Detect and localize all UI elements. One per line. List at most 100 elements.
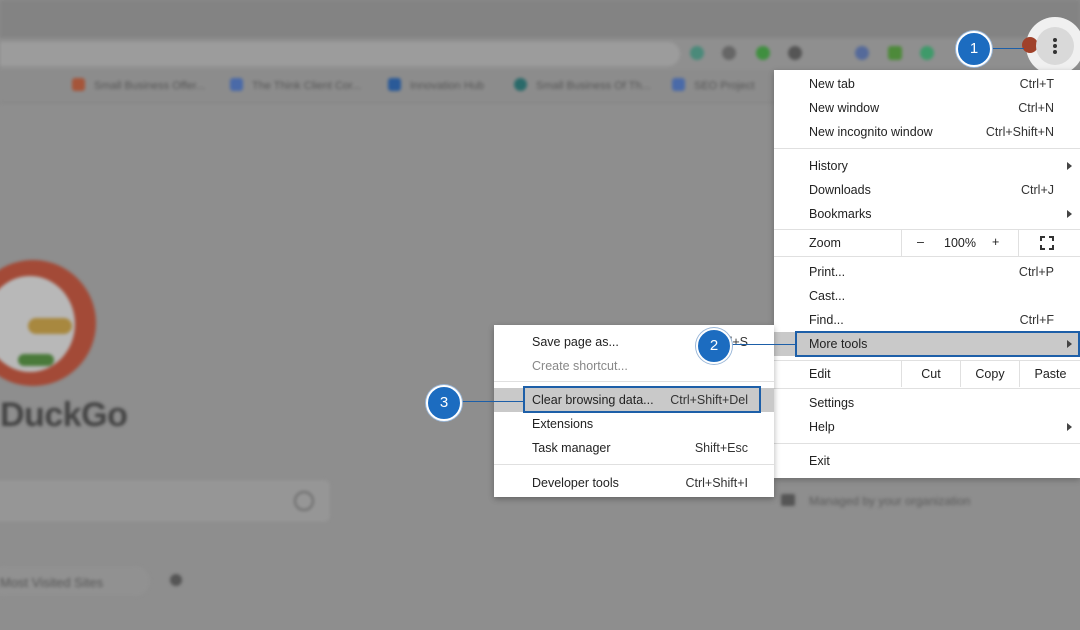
copy-button[interactable]: Copy (960, 361, 1019, 387)
extension-icon[interactable] (855, 46, 869, 60)
more-tools-highlight (795, 331, 1080, 357)
menu-item-exit[interactable]: Exit (774, 449, 1080, 473)
menu-item-label: Cast... (809, 289, 846, 303)
menu-item-shortcut: Shift+Esc (694, 441, 748, 455)
paste-button[interactable]: Paste (1019, 361, 1080, 387)
submenu-item-save-page[interactable]: Save page as... Ctrl+S (494, 330, 774, 354)
bookmark-favicon (72, 78, 85, 91)
menu-item-bookmarks[interactable]: Bookmarks (774, 202, 1080, 226)
favorites-label: Most Visited Sites (0, 575, 104, 590)
extension-icon[interactable] (722, 46, 736, 60)
menu-item-downloads[interactable]: Downloads Ctrl+J (774, 178, 1080, 202)
menu-item-shortcut: Ctrl+P (1018, 265, 1054, 279)
search-icon[interactable] (294, 491, 314, 511)
brand-text: DuckGo (0, 396, 128, 434)
menu-item-settings[interactable]: Settings (774, 391, 1080, 415)
customize-menu-button[interactable] (1036, 27, 1074, 65)
duck-beak-icon (28, 318, 72, 334)
chevron-right-icon (1067, 210, 1072, 218)
bookmark-item[interactable]: Small Business Offer... (94, 80, 205, 92)
menu-item-history[interactable]: History (774, 154, 1080, 178)
bookmark-favicon (388, 78, 401, 91)
menu-item-label: New tab (809, 77, 855, 91)
step-1-badge: 1 (956, 31, 992, 67)
menu-item-shortcut: Ctrl+T (1019, 77, 1054, 91)
menu-item-label: Downloads (809, 183, 871, 197)
menu-item-label: Create shortcut... (532, 359, 628, 373)
menu-item-shortcut: Ctrl+Shift+I (685, 476, 748, 490)
submenu-item-create-shortcut[interactable]: Create shortcut... (494, 354, 774, 378)
building-icon (781, 494, 795, 506)
menu-item-label: Exit (809, 454, 830, 468)
menu-item-label: Print... (809, 265, 846, 279)
menu-item-label: Extensions (532, 417, 594, 431)
menu-item-label: Task manager (532, 441, 611, 455)
zoom-out-button[interactable]: – (917, 235, 924, 249)
step-3-badge: 3 (426, 385, 462, 421)
menu-item-label: Save page as... (532, 335, 619, 349)
zoom-row: Zoom – 100% + (774, 230, 1080, 256)
extension-icon[interactable] (788, 46, 802, 60)
extension-icon[interactable] (888, 46, 902, 60)
menu-item-label: Find... (809, 313, 844, 327)
bookmark-item[interactable]: Small Business Of Th... (536, 80, 651, 92)
search-input[interactable] (0, 480, 330, 522)
menu-divider (774, 388, 1080, 389)
clear-data-highlight (523, 386, 761, 413)
zoom-in-button[interactable]: + (992, 235, 999, 249)
kebab-dot-icon (1053, 44, 1057, 48)
gear-icon[interactable] (170, 574, 182, 586)
menu-item-label: Settings (809, 396, 855, 410)
extension-icon[interactable] (920, 46, 934, 60)
edit-row: Edit Cut Copy Paste (774, 361, 1080, 387)
duck-tie-icon (18, 354, 54, 366)
submenu-item-developer-tools[interactable]: Developer tools Ctrl+Shift+I (494, 471, 774, 495)
menu-item-label: New window (809, 101, 880, 115)
zoom-level: 100% (944, 236, 976, 250)
address-bar[interactable] (0, 42, 680, 66)
submenu-item-task-manager[interactable]: Task manager Shift+Esc (494, 436, 774, 460)
zoom-label: Zoom (809, 236, 841, 250)
menu-item-shortcut: Ctrl+Shift+N (985, 125, 1054, 139)
bookmark-item[interactable]: Innovation Hub (410, 80, 484, 92)
menu-divider (774, 443, 1080, 444)
step-2-badge: 2 (696, 328, 732, 364)
menu-item-shortcut: Ctrl+N (1018, 101, 1054, 115)
callout-connector (990, 48, 1024, 49)
menu-item-print[interactable]: Print... Ctrl+P (774, 260, 1080, 284)
menu-item-label: History (809, 159, 848, 173)
kebab-dot-icon (1053, 50, 1057, 54)
bookmark-item[interactable]: SEO Project (694, 80, 755, 92)
bookmark-favicon (230, 78, 243, 91)
menu-item-new-window[interactable]: New window Ctrl+N (774, 96, 1080, 120)
callout-connector (730, 344, 796, 345)
menu-item-find[interactable]: Find... Ctrl+F (774, 308, 1080, 332)
menu-item-label: Help (809, 420, 835, 434)
menu-item-shortcut: Ctrl+J (1021, 183, 1054, 197)
menu-divider (774, 148, 1080, 149)
submenu-item-extensions[interactable]: Extensions (494, 412, 774, 436)
extension-icon[interactable] (756, 46, 770, 60)
menu-divider (494, 464, 774, 465)
chevron-right-icon (1067, 423, 1072, 431)
chevron-right-icon (1067, 162, 1072, 170)
menu-item-label: New incognito window (809, 125, 933, 139)
managed-label: Managed by your organization (809, 494, 971, 508)
menu-divider (774, 256, 1080, 257)
menu-item-label: Developer tools (532, 476, 619, 490)
title-bar (0, 0, 1080, 38)
bookmark-favicon (672, 78, 685, 91)
menu-item-new-incognito[interactable]: New incognito window Ctrl+Shift+N (774, 120, 1080, 144)
menu-item-cast[interactable]: Cast... (774, 284, 1080, 308)
menu-item-help[interactable]: Help (774, 415, 1080, 439)
callout-connector (460, 401, 524, 402)
menu-item-label: Bookmarks (809, 207, 872, 221)
edit-label: Edit (809, 367, 831, 381)
chrome-main-menu: New tab Ctrl+T New window Ctrl+N New inc… (774, 70, 1080, 478)
bookmark-item[interactable]: The Think Client Cor... (252, 80, 361, 92)
managed-by-org: Managed by your organization (775, 490, 1080, 512)
extension-icon[interactable] (690, 46, 704, 60)
cut-button[interactable]: Cut (901, 361, 960, 387)
menu-item-new-tab[interactable]: New tab Ctrl+T (774, 72, 1080, 96)
fullscreen-icon[interactable] (1040, 236, 1054, 250)
